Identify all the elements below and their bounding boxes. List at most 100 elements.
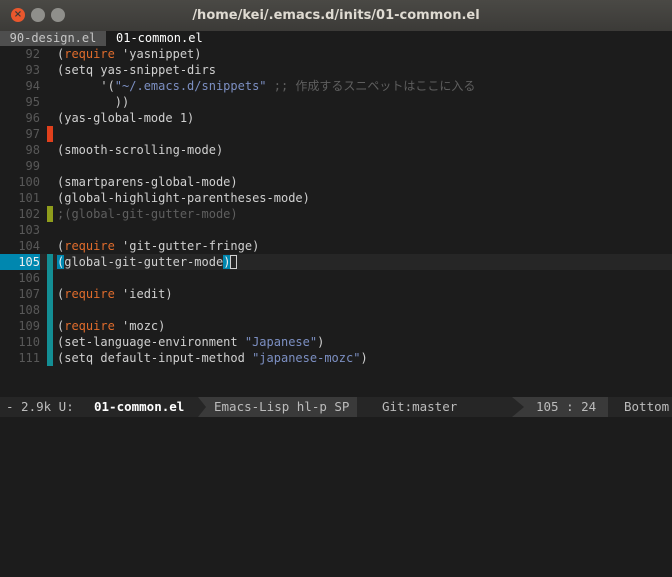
code-line[interactable]: 98 (smooth-scrolling-mode) bbox=[0, 142, 672, 158]
code-text: (yas-global-mode 1) bbox=[57, 110, 194, 126]
code-line[interactable]: 111 (setq default-input-method "japanese-… bbox=[0, 350, 672, 366]
line-number: 111 bbox=[18, 351, 40, 365]
code-token: "Japanese" bbox=[244, 335, 318, 349]
tab-90-design[interactable]: 90-design.el bbox=[0, 31, 106, 46]
code-token: ) bbox=[317, 335, 325, 349]
line-number: 103 bbox=[18, 223, 40, 237]
git-gutter-added-marker bbox=[47, 334, 53, 350]
code-text: ;(global-git-gutter-mode) bbox=[57, 206, 238, 222]
code-line[interactable]: 110 (set-language-environment "Japanese") bbox=[0, 334, 672, 350]
code-text: (setq yas-snippet-dirs bbox=[57, 62, 216, 78]
code-text: (require 'yasnippet) bbox=[57, 46, 202, 62]
code-line[interactable]: 106 bbox=[0, 270, 672, 286]
line-number: 95 bbox=[25, 95, 40, 109]
code-line[interactable]: 104 (require 'git-gutter-fringe) bbox=[0, 238, 672, 254]
code-line[interactable]: 103 bbox=[0, 222, 672, 238]
line-number: 94 bbox=[25, 79, 40, 93]
code-token: ;(global-git-gutter-mode) bbox=[57, 207, 238, 221]
code-token: ) bbox=[252, 239, 260, 253]
line-number: 102 bbox=[18, 207, 40, 221]
code-token: ) bbox=[194, 47, 202, 61]
git-gutter-added-marker bbox=[47, 350, 53, 366]
code-line[interactable]: 107 (require 'iedit) bbox=[0, 286, 672, 302]
code-line[interactable]: 109 (require 'mozc) bbox=[0, 318, 672, 334]
code-token: ) bbox=[165, 287, 173, 301]
code-token: )) bbox=[57, 95, 130, 109]
code-token: global-git-gutter-mode bbox=[64, 255, 224, 269]
code-text: (smooth-scrolling-mode) bbox=[57, 142, 223, 158]
code-text: (set-language-environment "Japanese") bbox=[57, 334, 324, 350]
code-token: (setq default-input-method bbox=[57, 351, 253, 365]
git-gutter-added-marker bbox=[47, 286, 53, 302]
major-mode[interactable]: Emacs-Lisp hl-p SP bbox=[198, 397, 358, 417]
code-text: (require 'mozc) bbox=[57, 318, 165, 334]
code-token: ;; 作成するスニペットはここに入る bbox=[266, 79, 476, 93]
mode-separator bbox=[198, 397, 206, 417]
line-number: 108 bbox=[18, 303, 40, 317]
git-gutter-modified-marker bbox=[47, 206, 53, 222]
code-text: (setq default-input-method "japanese-moz… bbox=[57, 350, 368, 366]
code-token: (smartparens-global-mode) bbox=[57, 175, 238, 189]
line-number: 98 bbox=[25, 143, 40, 157]
line-number: 101 bbox=[18, 191, 40, 205]
mode-line: - 2.9k U: 01-common.el Emacs-Lisp hl-p S… bbox=[0, 397, 672, 417]
code-text: (global-git-gutter-mode) bbox=[57, 254, 238, 270]
code-line[interactable]: 95 )) bbox=[0, 94, 672, 110]
buffer-name: 01-common.el bbox=[94, 399, 185, 414]
line-number: 92 bbox=[25, 47, 40, 61]
code-token: ) bbox=[158, 319, 166, 333]
code-token: require bbox=[64, 287, 115, 301]
code-token: "japanese-mozc" bbox=[252, 351, 361, 365]
git-gutter-added-marker bbox=[47, 270, 53, 286]
code-line[interactable]: 99 bbox=[0, 158, 672, 174]
code-line[interactable]: 96 (yas-global-mode 1) bbox=[0, 110, 672, 126]
line-number: 105 bbox=[0, 254, 40, 270]
code-token: (setq yas-snippet-dirs bbox=[57, 63, 216, 77]
position-separator bbox=[512, 397, 524, 417]
line-number: 97 bbox=[25, 127, 40, 141]
line-number: 109 bbox=[18, 319, 40, 333]
code-line[interactable]: 108 bbox=[0, 302, 672, 318]
line-number: 110 bbox=[18, 335, 40, 349]
code-token: require bbox=[64, 319, 115, 333]
window-title: /home/kei/.emacs.d/inits/01-common.el bbox=[192, 8, 480, 23]
git-gutter-added-marker bbox=[47, 254, 53, 270]
code-token: 'mozc bbox=[114, 319, 159, 333]
code-text: (require 'git-gutter-fringe) bbox=[57, 238, 259, 254]
code-line[interactable]: 101 (global-highlight-parentheses-mode) bbox=[0, 190, 672, 206]
code-token: (global-highlight-parentheses-mode) bbox=[57, 191, 310, 205]
line-number: 106 bbox=[18, 271, 40, 285]
code-token: 'iedit bbox=[114, 287, 166, 301]
line-number: 107 bbox=[18, 287, 40, 301]
code-token: (smooth-scrolling-mode) bbox=[57, 143, 224, 157]
code-line[interactable]: 94 '("~/.emacs.d/snippets" ;; 作成するスニペットは… bbox=[0, 78, 672, 94]
code-line[interactable]: 93 (setq yas-snippet-dirs bbox=[0, 62, 672, 78]
code-line[interactable]: 105 (global-git-gutter-mode) bbox=[0, 254, 672, 270]
code-token: 'git-gutter-fringe bbox=[114, 239, 253, 253]
tab-bar: 90-design.el 01-common.el bbox=[0, 31, 672, 46]
code-token: (yas-global-mode 1) bbox=[57, 111, 195, 125]
echo-area bbox=[0, 417, 672, 430]
code-token: require bbox=[64, 47, 115, 61]
code-token: (set-language-environment bbox=[57, 335, 245, 349]
git-gutter-added-marker bbox=[47, 302, 53, 318]
code-text: '("~/.emacs.d/snippets" ;; 作成するスニペットはここに… bbox=[57, 78, 475, 94]
tab-01-common[interactable]: 01-common.el bbox=[112, 31, 207, 46]
code-token: ) bbox=[360, 351, 368, 365]
code-text: (smartparens-global-mode) bbox=[57, 174, 238, 190]
code-token: ) bbox=[223, 255, 231, 269]
line-number: 99 bbox=[25, 159, 40, 173]
line-number: 93 bbox=[25, 63, 40, 77]
title-bar: × /home/kei/.emacs.d/inits/01-common.el bbox=[0, 0, 672, 33]
code-line[interactable]: 100 (smartparens-global-mode) bbox=[0, 174, 672, 190]
text-cursor bbox=[230, 255, 238, 269]
code-token: '( bbox=[57, 79, 115, 93]
code-token: 'yasnippet bbox=[114, 47, 195, 61]
code-line[interactable]: 97 bbox=[0, 126, 672, 142]
git-gutter-removed-marker bbox=[47, 126, 53, 142]
git-branch: Git:master bbox=[382, 399, 458, 414]
code-line[interactable]: 92 (require 'yasnippet) bbox=[0, 46, 672, 62]
code-line[interactable]: 102 ;(global-git-gutter-mode) bbox=[0, 206, 672, 222]
git-gutter-added-marker bbox=[47, 318, 53, 334]
editor-buffer[interactable]: 92 (require 'yasnippet) 93 (setq yas-snippe… bbox=[0, 46, 672, 366]
